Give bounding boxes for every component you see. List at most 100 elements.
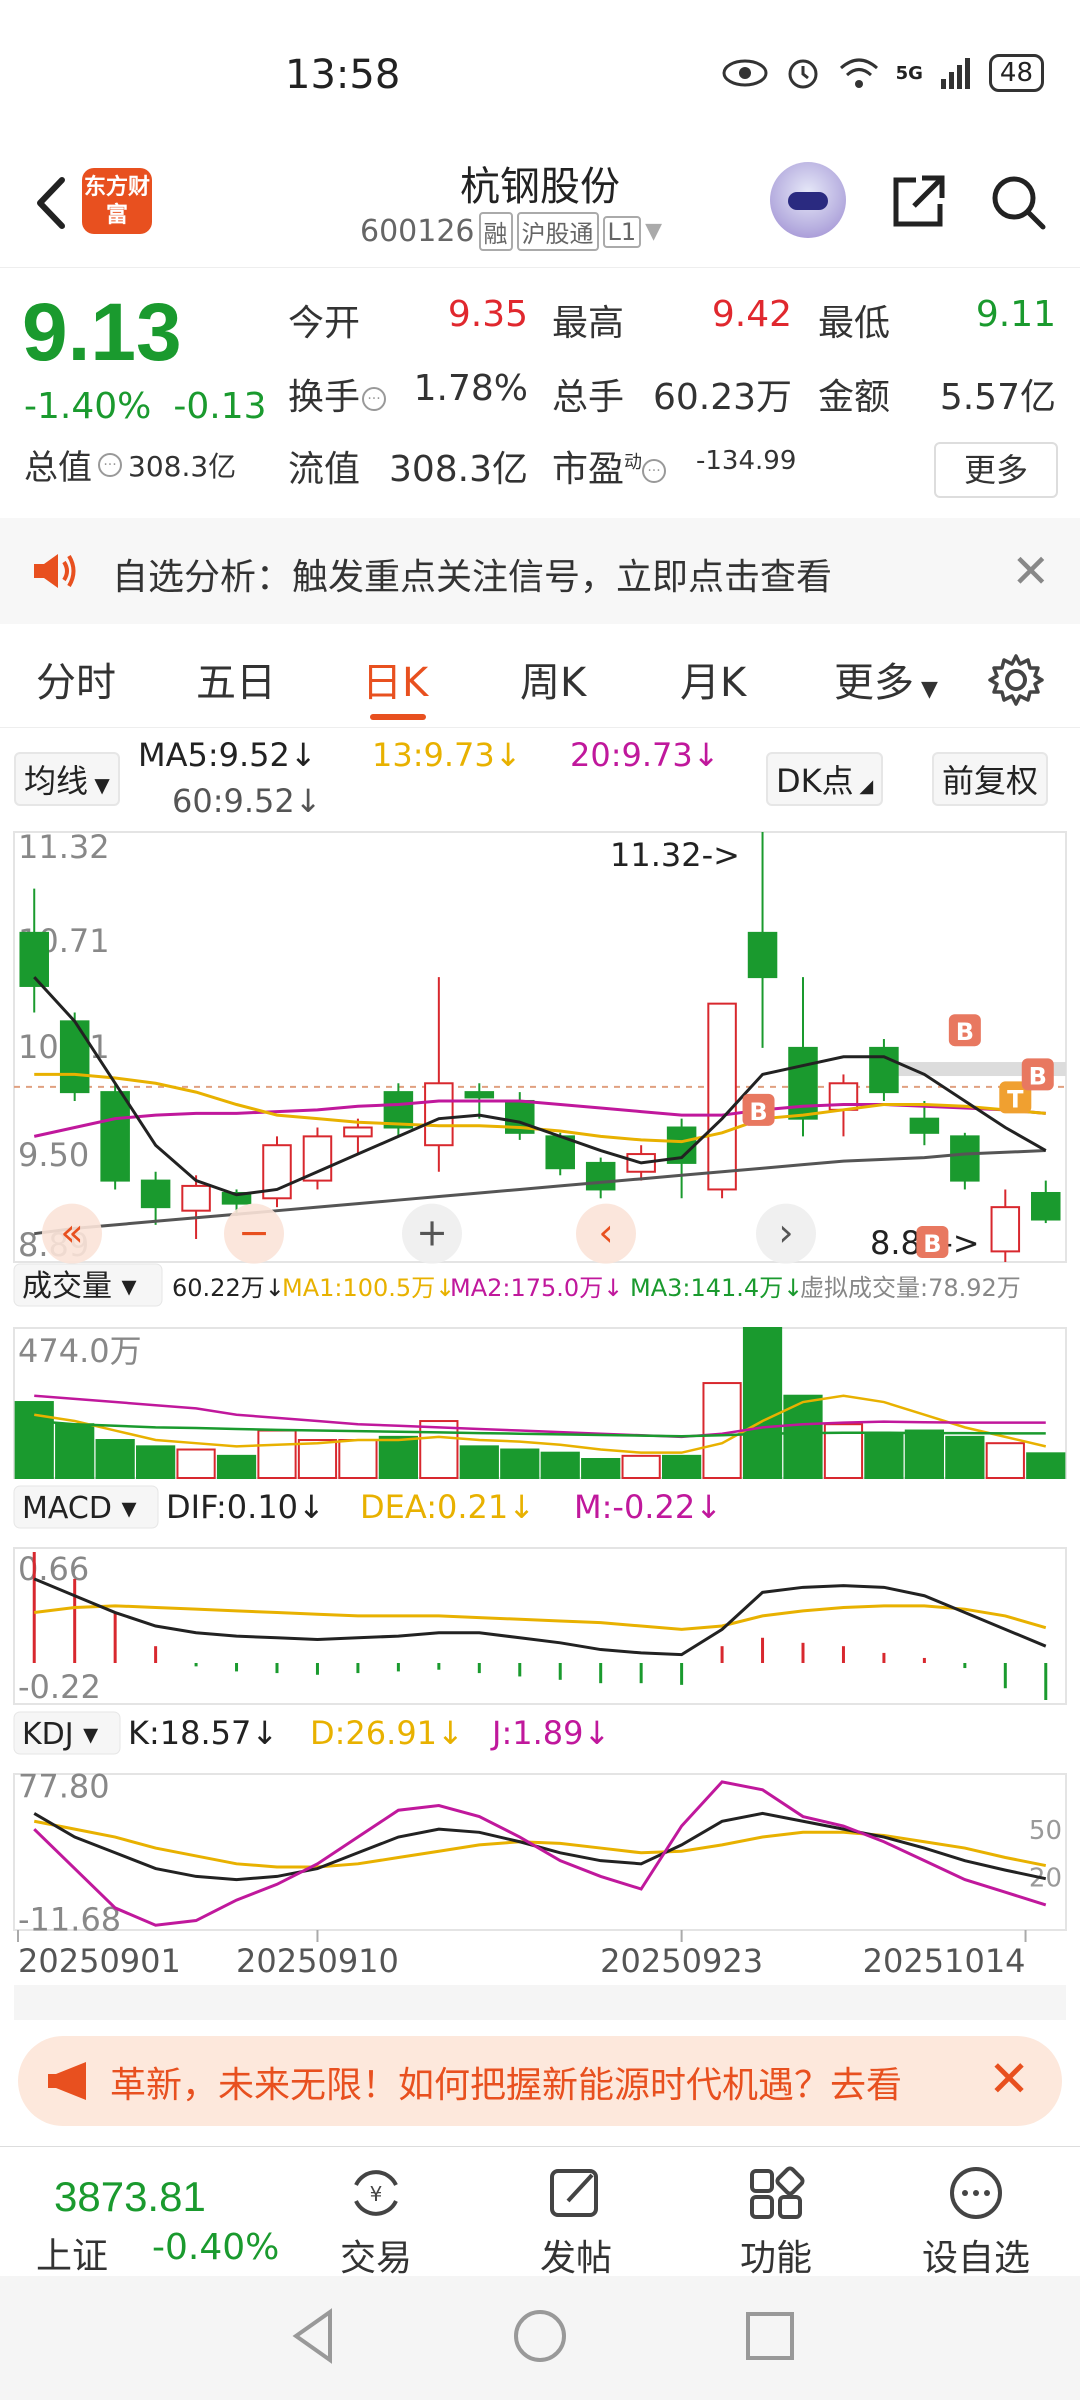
analysis-notice[interactable]: 自选分析：触发重点关注信号，立即点击查看 ✕	[0, 518, 1080, 624]
price-tick-label: 9.50	[18, 1136, 89, 1174]
turnover-label: 换手 ···	[288, 368, 387, 420]
active-tab-underline	[370, 714, 426, 720]
kdj-k: K:18.57↓	[128, 1714, 278, 1752]
volume-label: 总手	[552, 377, 625, 418]
volume-bar	[14, 1401, 54, 1480]
status-bar: 13:58 5G 48	[0, 0, 1080, 150]
dk-point-select[interactable]: DK点 ◢	[766, 752, 884, 806]
price-change: -1.40% -0.13	[24, 386, 267, 427]
macd-dea: DEA:0.21↓	[360, 1488, 535, 1526]
bottom-toolbar: 3873.81 上证 -0.40% ¥ 交易 发帖 功能 设自选	[0, 2146, 1080, 2279]
volume-bar	[378, 1435, 418, 1480]
indicator-select[interactable]: 均线 ▼	[14, 752, 120, 806]
gear-icon[interactable]	[988, 652, 1044, 708]
index-value[interactable]: 3873.81	[54, 2173, 206, 2221]
volume-bar	[500, 1448, 540, 1479]
volume-bar	[419, 1420, 459, 1479]
system-navigation	[0, 2276, 1080, 2400]
add-watchlist-label: 设自选	[921, 2238, 1030, 2279]
kdj-j: J:1.89↓	[490, 1714, 610, 1752]
price-tick-label: 11.32	[18, 828, 110, 866]
search-icon[interactable]	[988, 172, 1048, 232]
ad-banner[interactable]: 革新，未来无限！如何把握新能源时代机遇？去看 ✕	[18, 2036, 1062, 2126]
buy-signal-badge-text: B	[923, 1230, 941, 1258]
status-icons: 5G 48	[722, 54, 1044, 92]
float-value: 308.3亿	[388, 449, 528, 490]
volume-ma3: MA3:141.4万↓	[630, 1274, 803, 1302]
svg-text:¥: ¥	[370, 2182, 383, 2206]
volume-bar	[297, 1439, 338, 1480]
change-amount: -0.13	[173, 386, 267, 427]
trade-button[interactable]: ¥ 交易	[306, 2157, 446, 2281]
t-signal-badge-text: T	[1007, 1085, 1024, 1113]
robot-avatar[interactable]	[770, 162, 846, 238]
chart-nav-icon: «	[60, 1211, 83, 1255]
amount-label: 金额	[818, 377, 891, 418]
tag-margin: 融	[478, 212, 513, 251]
volume-bar	[945, 1435, 985, 1480]
more-quote-button[interactable]: 更多	[934, 442, 1058, 498]
dropdown-arrow-icon[interactable]: ▼	[645, 219, 662, 244]
volume-bar	[621, 1454, 661, 1479]
low-value: 9.11	[975, 294, 1056, 335]
candle-body	[990, 1206, 1021, 1253]
ma20-label: 20:9.73↓	[570, 736, 720, 774]
candle-body	[59, 1020, 90, 1094]
function-button[interactable]: 功能	[706, 2157, 846, 2281]
nav-back-icon[interactable]	[292, 2308, 332, 2364]
volume-max-label: 474.0万	[18, 1332, 142, 1370]
volume-bar	[459, 1445, 499, 1479]
index-name[interactable]: 上证	[36, 2227, 108, 2279]
nav-home-icon[interactable]	[514, 2310, 566, 2362]
post-button[interactable]: 发帖	[506, 2157, 646, 2281]
macd-tick-label: -0.22	[18, 1668, 101, 1706]
index-change[interactable]: -0.40%	[152, 2227, 279, 2268]
close-icon[interactable]: ✕	[988, 2050, 1030, 2108]
volume-ma2: MA2:175.0万↓	[450, 1274, 623, 1302]
volume-bar	[1026, 1452, 1066, 1480]
info-icon[interactable]: ···	[98, 452, 122, 477]
speaker-icon	[34, 554, 76, 588]
macd-panel-frame	[13, 1547, 1067, 1705]
quote-panel: 9.13 -1.40% -0.13 总值 ··· 308.3亿 今开 9.35 …	[0, 268, 1080, 518]
total-value: 总值 ··· 308.3亿	[24, 440, 236, 489]
tab-five-day[interactable]: 五日	[196, 650, 276, 708]
chart-nav-icon: ›	[778, 1211, 793, 1255]
kdj-right-tick: 50	[1029, 1816, 1062, 1846]
kline-chart-svg[interactable]: 11.3210.7110.119.508.8911.32->8.89->BBTB…	[0, 820, 1080, 2020]
price-panel-frame	[13, 831, 1067, 1263]
date-label: 20250901	[18, 1942, 181, 1980]
close-icon[interactable]: ✕	[1011, 544, 1050, 598]
macd-dea-line	[34, 1604, 1047, 1631]
volume-ma3-line	[34, 1419, 1046, 1438]
total-value-number: 308.3亿	[128, 449, 237, 483]
candle-body	[909, 1117, 940, 1134]
add-watchlist-button[interactable]: 设自选	[906, 2157, 1046, 2281]
status-time: 13:58	[285, 52, 401, 98]
tab-monthly-k[interactable]: 月K	[680, 650, 746, 708]
volume-bar	[540, 1451, 580, 1479]
volume-bar	[338, 1439, 378, 1480]
share-icon[interactable]	[888, 172, 948, 232]
nav-recents-icon[interactable]	[746, 2312, 794, 2360]
tab-intraday[interactable]: 分时	[36, 650, 116, 708]
ma5-label: MA5:9.52↓	[138, 736, 317, 774]
macd-m: M:-0.22↓	[574, 1488, 722, 1526]
adjust-select[interactable]: 前复权	[932, 752, 1049, 806]
tab-more[interactable]: 更多 ▼	[834, 650, 938, 708]
signal-icon	[940, 58, 970, 89]
candle-body	[869, 1046, 899, 1094]
info-icon[interactable]: ···	[642, 459, 667, 483]
macd-dif: DIF:0.10↓	[166, 1488, 325, 1526]
tab-weekly-k[interactable]: 周K	[520, 650, 586, 708]
ma13-label: 13:9.73↓	[372, 736, 522, 774]
change-pct: -1.40%	[24, 386, 152, 427]
notice-text: 自选分析：触发重点关注信号，立即点击查看	[112, 557, 833, 598]
tab-daily-k[interactable]: 日K	[362, 650, 428, 708]
info-icon[interactable]: ···	[362, 387, 387, 411]
volume-bar	[55, 1423, 95, 1479]
kline-chart[interactable]: 11.3210.7110.119.508.8911.32->8.89->BBTB…	[0, 820, 1080, 2020]
alarm-icon	[788, 59, 818, 89]
tag-connect: 沪股通	[516, 212, 599, 251]
buy-signal-badge-text: B	[1029, 1062, 1047, 1090]
